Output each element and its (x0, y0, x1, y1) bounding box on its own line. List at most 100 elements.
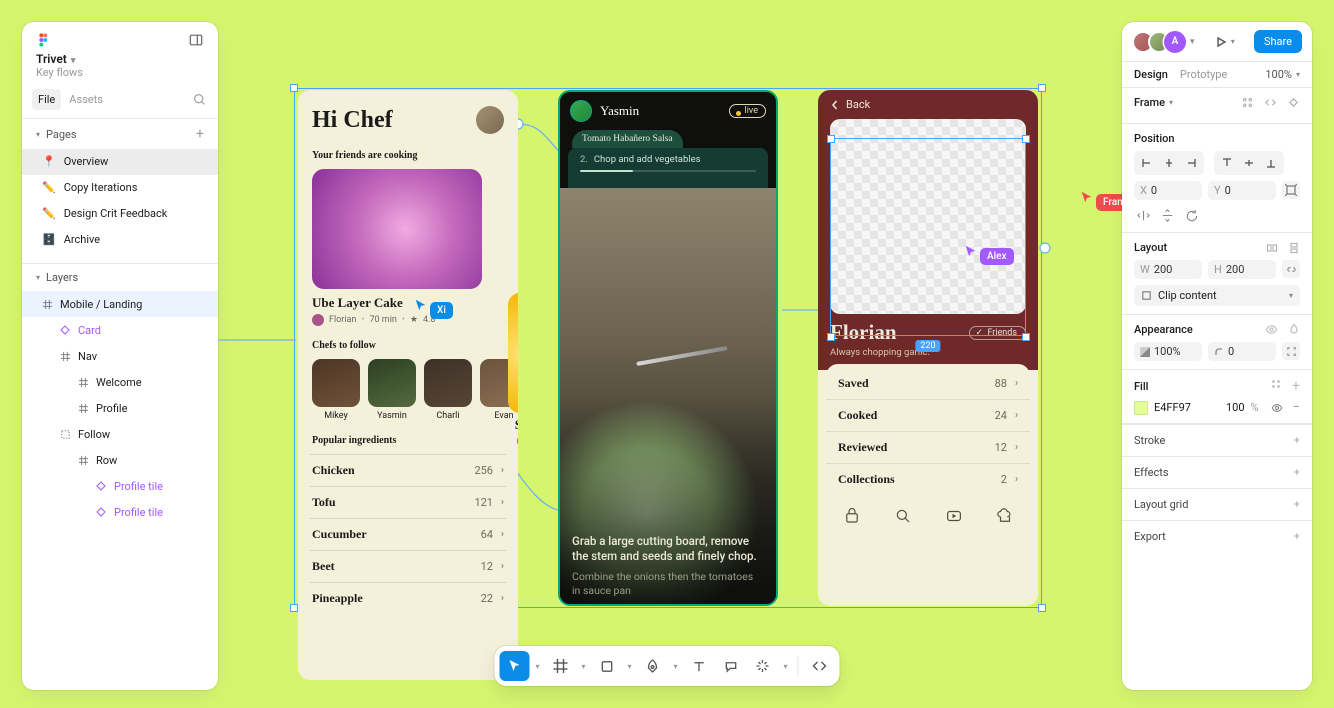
avatar[interactable] (476, 106, 504, 134)
page-row[interactable]: ✏️Design Crit Feedback (22, 201, 218, 227)
recipe-pill[interactable]: Tomato Habañero Salsa (572, 130, 683, 148)
profile-image-placeholder[interactable] (830, 119, 1026, 314)
tab-file[interactable]: File (32, 89, 61, 110)
chevron-down-icon[interactable]: ▾ (780, 662, 792, 671)
nav-search-icon[interactable] (894, 507, 912, 525)
layer-row[interactable]: Profile tile (22, 473, 218, 499)
ingredient-row[interactable]: Beet12› (310, 550, 506, 582)
rotate-icon[interactable] (1182, 206, 1200, 224)
flip-h-icon[interactable] (1134, 206, 1152, 224)
artboard-landing[interactable]: Hi Chef Your friends are cooking Ube Lay… (298, 90, 518, 680)
x-input[interactable]: X0 (1134, 181, 1202, 200)
ingredient-row[interactable]: Pineapple22› (310, 582, 506, 614)
add-fill-icon[interactable]: + (1292, 378, 1300, 394)
layer-row[interactable]: Follow (22, 421, 218, 447)
chevron-down-icon[interactable]: ▾ (532, 662, 544, 671)
align-v-group[interactable] (1214, 151, 1284, 175)
align-h-group[interactable] (1134, 151, 1204, 175)
y-input[interactable]: Y0 (1208, 181, 1276, 200)
chef-tile[interactable]: Mikey (312, 359, 360, 421)
remove-fill-icon[interactable]: − (1293, 400, 1300, 415)
text-tool[interactable] (684, 651, 714, 681)
page-row[interactable]: ✏️Copy Iterations (22, 175, 218, 201)
ingredient-row[interactable]: Chicken256› (310, 454, 506, 486)
stat-row[interactable]: Reviewed12› (826, 432, 1030, 464)
width-input[interactable]: W200 (1134, 260, 1202, 279)
blend-icon[interactable] (1288, 323, 1300, 336)
styles-icon[interactable] (1270, 378, 1282, 394)
page-row[interactable]: 📍Overview (22, 149, 218, 175)
nav-chef-icon[interactable] (996, 507, 1014, 525)
chevron-down-icon[interactable]: ▾ (670, 662, 682, 671)
layer-row[interactable]: Profile tile (22, 499, 218, 525)
layer-row[interactable]: Row (22, 447, 218, 473)
focus-icon[interactable] (1287, 96, 1300, 109)
chevron-down-icon[interactable]: ▾ (1190, 37, 1195, 47)
auto-layout-v-icon[interactable] (1288, 242, 1300, 254)
canvas[interactable]: Hi Chef Your friends are cooking Ube Lay… (218, 0, 1122, 708)
recipe-card-peek[interactable] (508, 293, 518, 413)
zoom-level[interactable]: 100%▾ (1265, 68, 1300, 81)
ingredient-row[interactable]: Tofu121› (310, 486, 506, 518)
recipe-card[interactable]: Ube Layer Cake Florian• 70 min• ★4.8 (312, 169, 504, 326)
frame-tool[interactable] (546, 651, 576, 681)
stat-row[interactable]: Saved88› (826, 368, 1030, 400)
actions-tool[interactable] (748, 651, 778, 681)
clip-select[interactable]: Clip content ▾ (1134, 285, 1300, 306)
artboard-video[interactable]: Yasmin live Tomato Habañero Salsa Chop a… (558, 90, 778, 606)
share-button[interactable]: Share (1254, 30, 1302, 53)
file-name[interactable]: Trivet▾ (22, 52, 218, 66)
fill-row[interactable]: E4FF97 100 % − (1134, 400, 1300, 415)
stroke-section[interactable]: Stroke+ (1122, 424, 1312, 456)
fill-swatch[interactable] (1134, 401, 1148, 415)
corners-icon[interactable] (1282, 342, 1300, 360)
effects-section[interactable]: Effects+ (1122, 456, 1312, 488)
friends-badge[interactable]: Friends (969, 326, 1026, 340)
layer-row[interactable]: Card (22, 317, 218, 343)
figma-logo-icon[interactable] (36, 32, 52, 48)
tab-design[interactable]: Design (1134, 68, 1168, 81)
constrain-icon[interactable] (1282, 260, 1300, 278)
comment-tool[interactable] (716, 651, 746, 681)
add-page-icon[interactable]: + (196, 126, 204, 142)
code-icon[interactable] (1264, 96, 1277, 109)
chef-tile[interactable]: Charli (424, 359, 472, 421)
shape-tool[interactable] (592, 651, 622, 681)
pen-tool[interactable] (638, 651, 668, 681)
chevron-down-icon[interactable]: ▾ (36, 130, 40, 139)
dev-mode-tool[interactable] (805, 651, 835, 681)
move-tool[interactable] (500, 651, 530, 681)
layer-row[interactable]: Mobile / Landing (22, 291, 218, 317)
stat-row[interactable]: Cooked24› (826, 400, 1030, 432)
chevron-down-icon[interactable]: ▾ (36, 273, 40, 282)
panel-toggle-icon[interactable] (188, 32, 204, 48)
visibility-icon[interactable] (1265, 323, 1278, 336)
ingredient-row[interactable]: Cucumber64› (310, 518, 506, 550)
radius-input[interactable]: 0 (1208, 342, 1276, 361)
export-section[interactable]: Export+ (1122, 520, 1312, 552)
nav-video-icon[interactable] (945, 507, 963, 525)
tab-assets[interactable]: Assets (63, 89, 109, 110)
tab-prototype[interactable]: Prototype (1180, 68, 1227, 81)
layer-row[interactable]: Nav (22, 343, 218, 369)
chevron-down-icon[interactable]: ▾ (624, 662, 636, 671)
absolute-pos-icon[interactable] (1282, 181, 1300, 199)
auto-layout-icon[interactable] (1266, 242, 1278, 254)
avatar[interactable] (570, 100, 592, 122)
visibility-icon[interactable] (1271, 402, 1283, 414)
page-row[interactable]: 🗄️Archive (22, 227, 218, 253)
frame-type[interactable]: Frame▾ (1134, 96, 1173, 109)
layer-row[interactable]: Profile (22, 395, 218, 421)
chevron-down-icon[interactable]: ▾ (578, 662, 590, 671)
flip-v-icon[interactable] (1158, 206, 1176, 224)
chef-tile[interactable]: Yasmin (368, 359, 416, 421)
layer-row[interactable]: Welcome (22, 369, 218, 395)
opacity-input[interactable]: 100% (1134, 342, 1202, 361)
stat-row[interactable]: Collections2› (826, 464, 1030, 495)
collaborator-avatars[interactable]: A ▾ (1132, 31, 1195, 53)
nav-home-icon[interactable] (843, 507, 861, 525)
back-button[interactable]: Back (818, 90, 1038, 119)
layout-grid-section[interactable]: Layout grid+ (1122, 488, 1312, 520)
avatar[interactable]: A (1164, 31, 1186, 53)
tidy-icon[interactable] (1241, 96, 1254, 109)
